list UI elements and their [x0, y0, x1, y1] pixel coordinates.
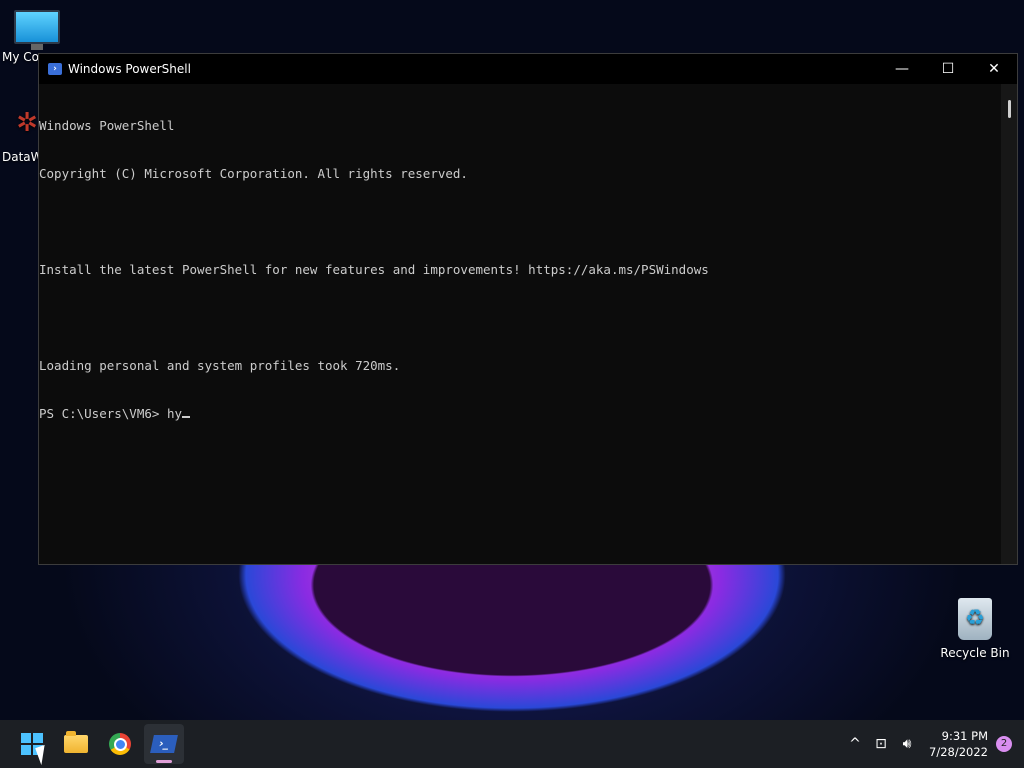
- folder-icon: [64, 731, 88, 753]
- text-cursor: [182, 416, 190, 418]
- prompt-text: PS C:\Users\VM6>: [39, 406, 167, 421]
- monitor-icon: [14, 10, 60, 44]
- command-input[interactable]: hy: [167, 406, 182, 421]
- console-prompt-line[interactable]: PS C:\Users\VM6> hy: [39, 406, 1001, 422]
- maximize-button[interactable]: ☐: [925, 54, 971, 84]
- taskbar: ›_ ^ ⊡ 🔊︎ 9:31 PM 7/28/2022 2: [0, 720, 1024, 768]
- scrollbar-thumb[interactable]: [1008, 100, 1011, 118]
- desktop-icon-label: Recycle Bin: [940, 646, 1010, 660]
- powershell-icon: ›: [48, 63, 62, 75]
- powershell-window: › Windows PowerShell — ☐ ✕ Windows Power…: [38, 53, 1018, 565]
- minimize-button[interactable]: —: [879, 54, 925, 84]
- desktop-icon-recycle-bin[interactable]: ♻ Recycle Bin: [940, 598, 1010, 660]
- recycle-bin-icon: ♻: [958, 598, 992, 640]
- console-line: Windows PowerShell: [39, 118, 175, 133]
- chrome-icon: [109, 733, 131, 755]
- console-line: Loading personal and system profiles too…: [39, 358, 401, 373]
- powershell-icon: ›_: [150, 735, 178, 753]
- active-indicator: [156, 760, 172, 763]
- close-button[interactable]: ✕: [971, 54, 1017, 84]
- taskbar-file-explorer[interactable]: [56, 724, 96, 764]
- taskbar-powershell[interactable]: ›_: [144, 724, 184, 764]
- volume-icon[interactable]: 🔊︎: [895, 732, 919, 756]
- console-line: Copyright (C) Microsoft Corporation. All…: [39, 166, 468, 181]
- network-icon[interactable]: ⊡: [869, 732, 893, 756]
- system-tray: ^ ⊡ 🔊︎ 9:31 PM 7/28/2022 2: [843, 720, 1024, 768]
- clock-date: 7/28/2022: [929, 745, 988, 759]
- chevron-up-icon[interactable]: ^: [843, 732, 867, 756]
- desktop-icon-label: DataW: [2, 150, 43, 164]
- console-line: Install the latest PowerShell for new fe…: [39, 262, 709, 277]
- desktop-icon-datawarrior[interactable]: ✲ DataW: [2, 108, 43, 164]
- clock[interactable]: 9:31 PM 7/28/2022: [929, 728, 988, 760]
- clock-time: 9:31 PM: [941, 729, 988, 743]
- taskbar-chrome[interactable]: [100, 724, 140, 764]
- window-titlebar[interactable]: › Windows PowerShell — ☐ ✕: [39, 54, 1017, 84]
- notification-badge[interactable]: 2: [996, 736, 1012, 752]
- console-output[interactable]: Windows PowerShell Copyright (C) Microso…: [39, 84, 1001, 564]
- vertical-scrollbar[interactable]: [1001, 84, 1017, 564]
- window-title: Windows PowerShell: [68, 62, 191, 76]
